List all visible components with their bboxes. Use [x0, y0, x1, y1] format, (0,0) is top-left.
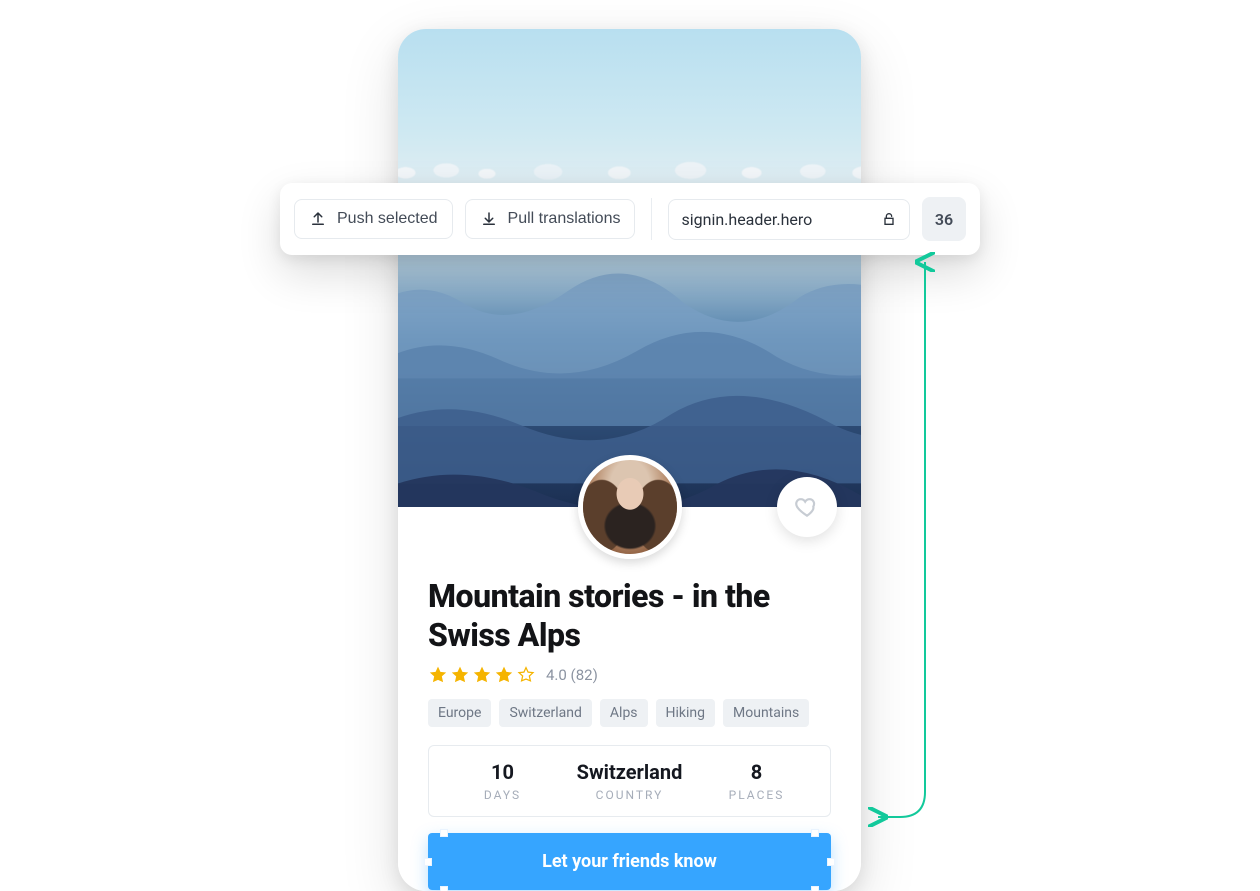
lock-open-icon — [881, 211, 897, 227]
rating-row: 4.0 (82) — [428, 665, 831, 685]
star-icon — [450, 665, 470, 685]
stat-label: COUNTRY — [566, 788, 693, 802]
tag[interactable]: Switzerland — [499, 699, 591, 727]
button-label: Pull translations — [508, 210, 621, 228]
stat-value: 10 — [439, 760, 566, 784]
rating-value: 4.0 — [546, 666, 567, 684]
cta-button[interactable]: Let your friends know — [428, 833, 831, 890]
rating-text: 4.0 (82) — [546, 666, 598, 684]
selection-handle[interactable] — [424, 858, 432, 866]
stat-label: PLACES — [693, 788, 820, 802]
push-selected-button[interactable]: Push selected — [294, 199, 453, 239]
selection-handle[interactable] — [440, 829, 448, 837]
card-content: Mountain stories - in the Swiss Alps 4.0… — [398, 507, 861, 891]
key-input[interactable]: signin.header.hero — [668, 199, 910, 240]
card-title: Mountain stories - in the Swiss Alps — [428, 577, 831, 655]
stats-panel: 10 DAYS Switzerland COUNTRY 8 PLACES — [428, 745, 831, 817]
favorite-button[interactable] — [777, 477, 837, 537]
avatar[interactable] — [578, 455, 682, 559]
stat-places: 8 PLACES — [693, 760, 820, 802]
stat-country: Switzerland COUNTRY — [566, 760, 693, 802]
download-icon — [480, 210, 498, 228]
selection-handle[interactable] — [440, 886, 448, 891]
pull-translations-button[interactable]: Pull translations — [465, 199, 636, 239]
selection-handle[interactable] — [811, 829, 819, 837]
stat-value: Switzerland — [566, 760, 693, 784]
selection-handle[interactable] — [811, 886, 819, 891]
connector-arrow — [870, 252, 960, 832]
tag[interactable]: Mountains — [723, 699, 809, 727]
mobile-mockup: Mountain stories - in the Swiss Alps 4.0… — [398, 29, 861, 891]
selection-handle[interactable] — [827, 858, 835, 866]
star-icon — [428, 665, 448, 685]
rating-count: 82 — [576, 666, 593, 684]
key-value: signin.header.hero — [681, 210, 812, 229]
star-icon — [472, 665, 492, 685]
translation-toolbar: Push selected Pull translations signin.h… — [280, 183, 980, 255]
star-outline-icon — [516, 665, 536, 685]
count-value: 36 — [935, 210, 953, 229]
tags: Europe Switzerland Alps Hiking Mountains — [428, 699, 831, 727]
stat-value: 8 — [693, 760, 820, 784]
hero-image — [398, 29, 861, 507]
cta-label: Let your friends know — [542, 851, 717, 872]
heart-icon — [794, 494, 820, 520]
star-icon — [494, 665, 514, 685]
upload-icon — [309, 210, 327, 228]
tag[interactable]: Alps — [600, 699, 648, 727]
char-count-badge: 36 — [922, 197, 966, 241]
divider — [651, 198, 652, 240]
tag[interactable]: Europe — [428, 699, 491, 727]
tag[interactable]: Hiking — [656, 699, 715, 727]
stars — [428, 665, 536, 685]
stat-days: 10 DAYS — [439, 760, 566, 802]
stat-label: DAYS — [439, 788, 566, 802]
button-label: Push selected — [337, 210, 438, 228]
